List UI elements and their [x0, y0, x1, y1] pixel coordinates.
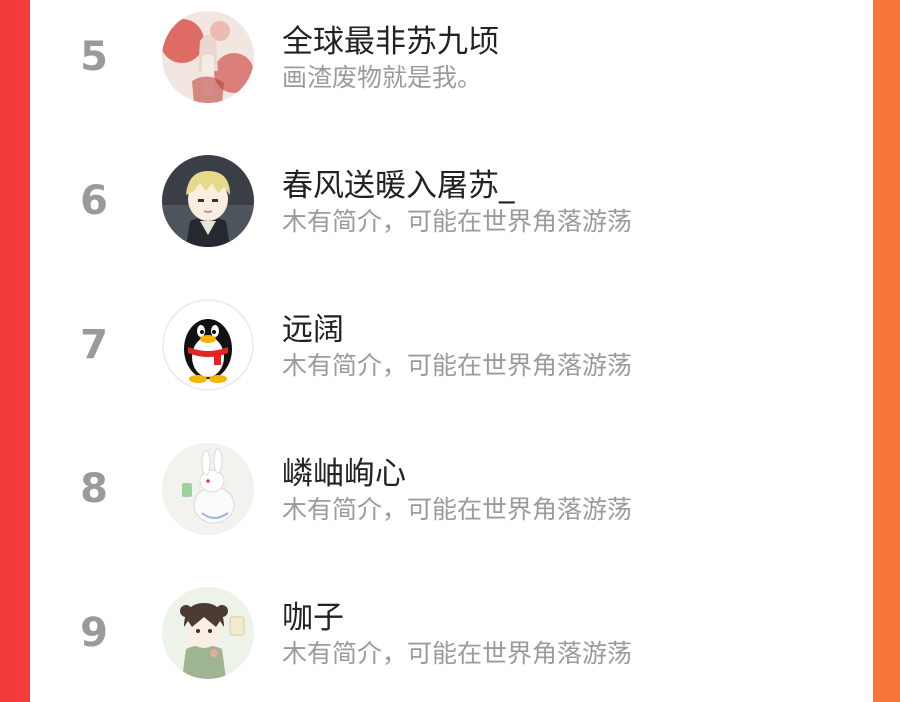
- user-bio: 画渣废物就是我。: [282, 63, 483, 92]
- user-bio: 木有简介，可能在世界角落游荡: [282, 639, 633, 668]
- list-item[interactable]: 5 全球最非苏九顷 画渣废物就是我。: [30, 0, 873, 120]
- chibi-girl-avatar-icon[interactable]: [162, 587, 254, 679]
- user-name: 咖子: [282, 600, 344, 636]
- list-item[interactable]: 8 嶙岫峋心 木有简介，可能在世界角落游荡: [30, 432, 873, 552]
- rank-number: 8: [80, 466, 108, 512]
- red-ink-girl-avatar-icon[interactable]: [162, 11, 254, 103]
- white-rabbit-avatar-icon[interactable]: [162, 443, 254, 535]
- rank-number: 9: [80, 610, 108, 656]
- user-bio: 木有简介，可能在世界角落游荡: [282, 351, 633, 380]
- qq-penguin-avatar-icon[interactable]: [162, 299, 254, 391]
- list-item[interactable]: 7 远阔 木有简介，可能在世界角落游荡: [30, 288, 873, 408]
- user-bio: 木有简介，可能在世界角落游荡: [282, 207, 633, 236]
- rank-number: 7: [80, 322, 108, 368]
- user-name: 全球最非苏九顷: [282, 24, 499, 60]
- list-item[interactable]: 9 咖子 木有简介，可能在世界角落游荡: [30, 576, 873, 696]
- user-name: 嶙岫峋心: [282, 456, 406, 492]
- ranking-list-panel: 5 全球最非苏九顷 画渣废物就是我。 6 春风送暖入屠苏_ 木有简介，可能在世界…: [30, 0, 873, 702]
- user-bio: 木有简介，可能在世界角落游荡: [282, 495, 633, 524]
- anime-boy-avatar-icon[interactable]: [162, 155, 254, 247]
- rank-number: 6: [80, 178, 108, 224]
- user-name: 远阔: [282, 312, 344, 348]
- rank-number: 5: [80, 34, 108, 80]
- user-name: 春风送暖入屠苏_: [282, 168, 515, 204]
- list-item[interactable]: 6 春风送暖入屠苏_ 木有简介，可能在世界角落游荡: [30, 144, 873, 264]
